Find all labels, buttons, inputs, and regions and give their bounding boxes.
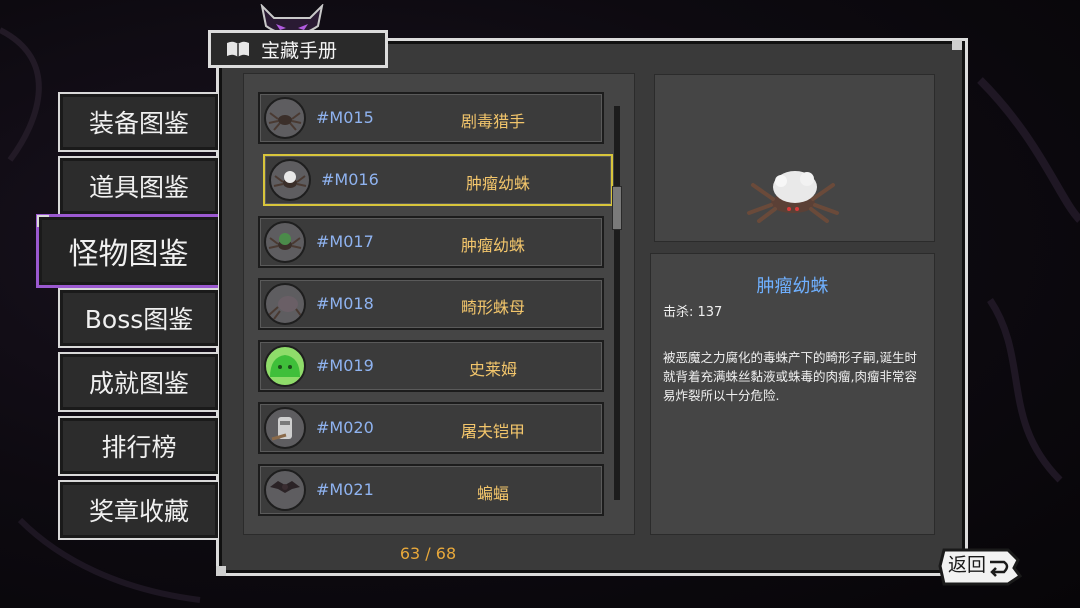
monster-name: 剧毒猎手 [460,112,525,131]
monster-name: 肿瘤幼蛛 [465,174,530,193]
list-item[interactable]: #M021 蝙蝠 [258,464,604,516]
tab-label: 成就图鉴 [88,369,189,398]
tab-achievements[interactable]: 成就图鉴 [58,352,218,412]
collection-progress: 63 / 68 [399,544,457,563]
monster-detail-panel: 肿瘤幼蛛 击杀: 137 被恶魔之力腐化的毒蛛产下的畸形子嗣,诞生时就背着充满蛛… [650,253,935,535]
green-tumor-spider-icon [264,221,306,263]
monster-preview-panel [654,74,935,242]
bat-icon [264,469,306,511]
kill-count: 击杀: 137 [663,305,723,320]
list-item[interactable]: #M017 肿瘤幼蛛 [258,216,604,268]
tab-boss[interactable]: Boss图鉴 [58,288,218,348]
spider-icon [264,97,306,139]
monster-name: 畸形蛛母 [460,298,525,317]
page-title: 宝藏手册 [261,39,338,62]
monster-name: 肿瘤幼蛛 [460,236,525,255]
monster-id: #M020 [316,418,374,437]
tab-medals[interactable]: 奖章收藏 [58,480,218,540]
tab-monsters[interactable]: 怪物图鉴 [36,214,218,288]
monster-id: #M015 [316,108,374,127]
tab-items[interactable]: 道具图鉴 [58,156,218,216]
list-item[interactable]: #M019 史莱姆 [258,340,604,392]
monster-id: #M019 [316,356,374,375]
armor-icon [264,407,306,449]
monster-id: #M016 [321,170,379,189]
list-item[interactable]: #M018 畸形蛛母 [258,278,604,330]
monster-id: #M021 [316,480,374,499]
monster-id: #M018 [316,294,374,313]
tab-leaderboard[interactable]: 排行榜 [58,416,218,476]
handbook-title-tab: 宝藏手册 [208,30,388,68]
detail-monster-name: 肿瘤幼蛛 [756,276,829,297]
frame-corner [216,566,226,576]
frame-corner [952,40,962,50]
tab-label: 怪物图鉴 [68,237,189,272]
spider-mother-icon [264,283,306,325]
book-icon [227,41,249,57]
tab-equipment[interactable]: 装备图鉴 [58,92,218,152]
monster-name: 史莱姆 [468,360,517,379]
tab-label: 奖章收藏 [88,497,189,526]
tab-label: Boss图鉴 [84,305,194,334]
list-item-selected[interactable]: #M016 肿瘤幼蛛 [263,154,613,206]
slime-icon [264,345,306,387]
scrollbar-thumb[interactable] [612,186,622,230]
tab-label: 道具图鉴 [88,173,189,202]
list-item[interactable]: #M015 剧毒猎手 [258,92,604,144]
list-scrollbar[interactable] [614,106,620,500]
monster-name: 蝙蝠 [476,484,509,503]
list-item[interactable]: #M020 屠夫铠甲 [258,402,604,454]
monster-name: 屠夫铠甲 [460,422,525,441]
monster-id: #M017 [316,232,374,251]
tumor-spider-preview-icon [747,171,839,223]
monster-description: 被恶魔之力腐化的毒蛛产下的畸形子嗣,诞生时就背着充满蛛丝黏液或蛛毒的肉瘤,肉瘤非… [663,350,917,403]
back-button-label: 返回 [948,554,987,576]
tab-label: 排行榜 [101,433,177,462]
tab-label: 装备图鉴 [88,109,189,138]
tumor-spider-icon [269,159,311,201]
